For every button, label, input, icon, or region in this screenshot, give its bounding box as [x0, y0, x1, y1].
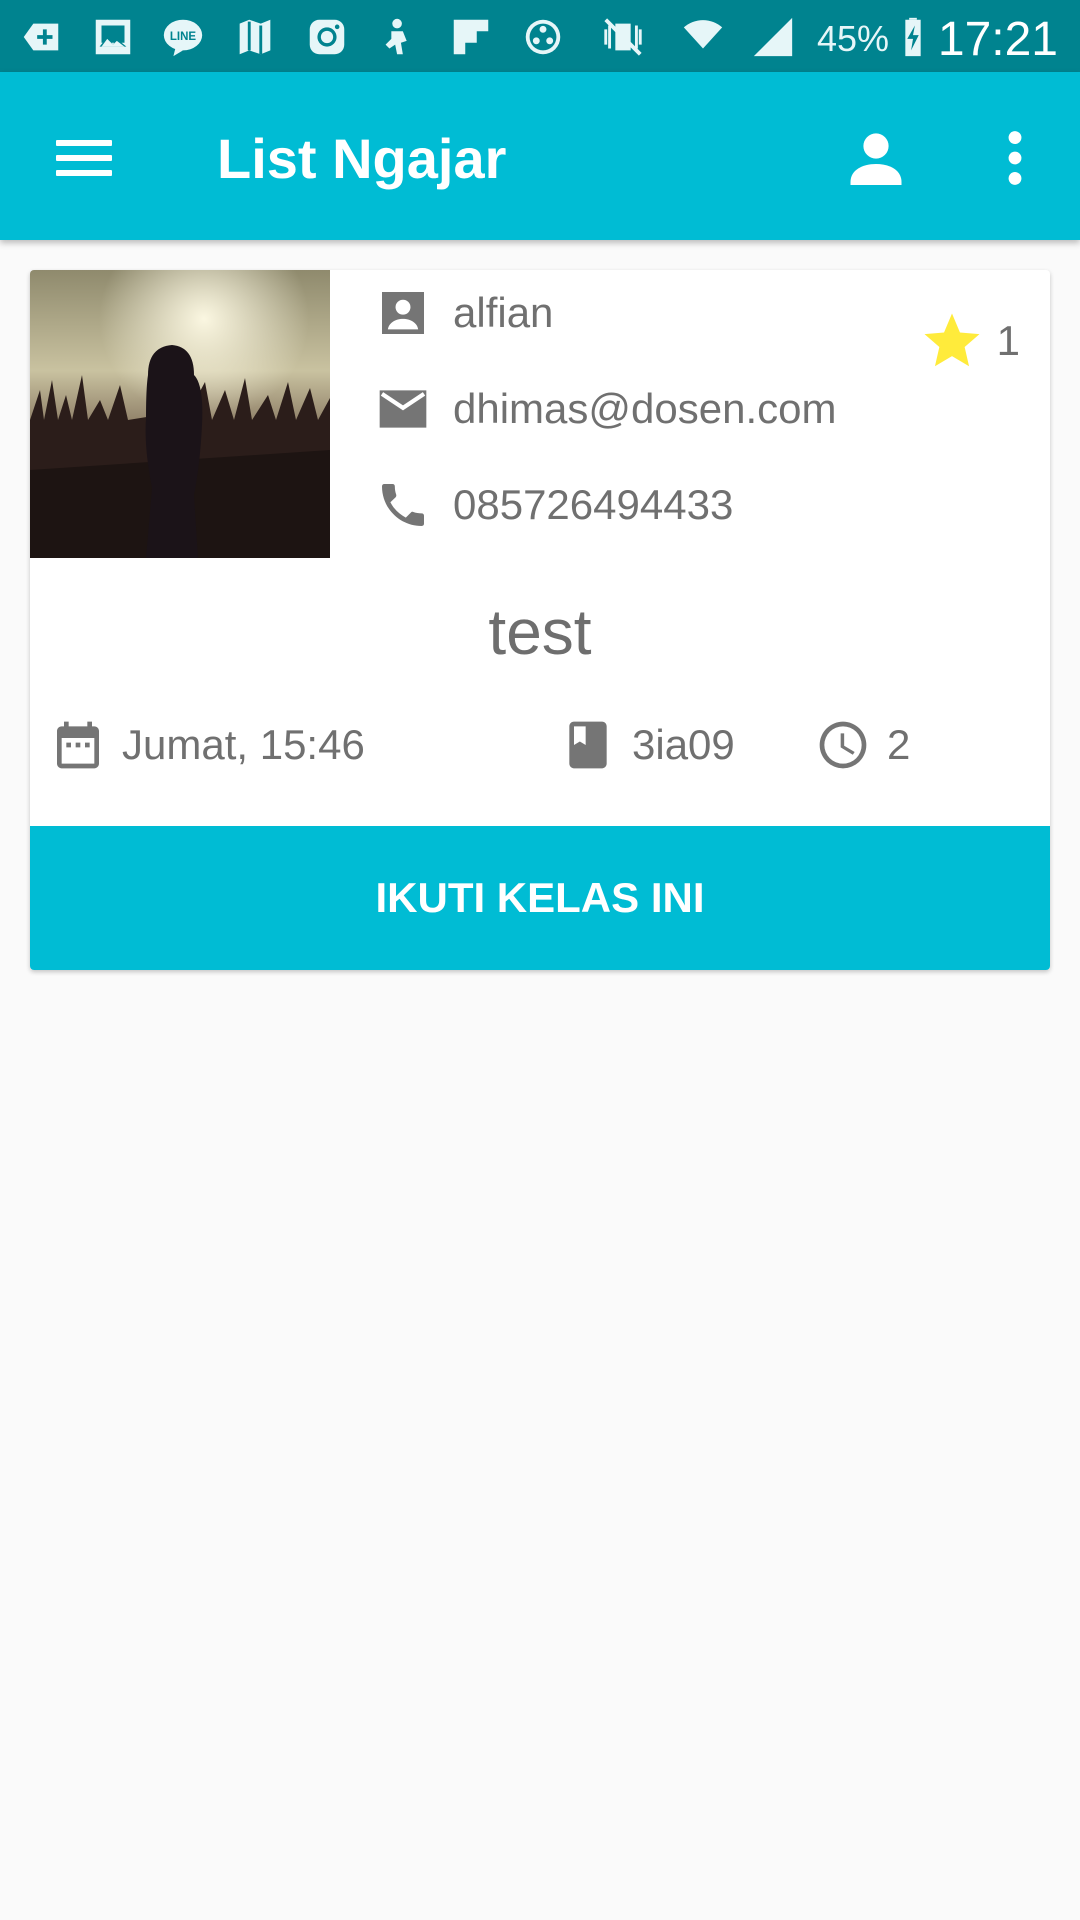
gallery-icon: [90, 14, 136, 60]
battery-charging-icon: [890, 14, 936, 60]
signal-icon: [750, 14, 796, 60]
email-row: dhimas@dosen.com: [375, 374, 836, 444]
wifi-icon: [680, 14, 726, 60]
teacher-photo: [30, 270, 330, 558]
app-bar: List Ngajar: [0, 72, 1080, 240]
teacher-email: dhimas@dosen.com: [453, 385, 837, 432]
account-icon[interactable]: [840, 122, 912, 194]
page-title: List Ngajar: [217, 127, 507, 190]
add-notification-icon: [18, 14, 64, 60]
menu-icon[interactable]: [44, 118, 124, 198]
star-icon: [924, 313, 980, 367]
account-box-icon: [375, 285, 431, 341]
wandoujia-icon: [376, 14, 422, 60]
battery-percent: 45%: [817, 18, 890, 59]
join-class-button[interactable]: IKUTI KELAS INI: [30, 826, 1050, 970]
teacher-name: alfian: [453, 289, 554, 336]
instagram-icon: [304, 14, 350, 60]
teacher-name-row: alfian: [375, 278, 553, 348]
schedule-text: Jumat, 15:46: [122, 721, 365, 768]
duration: 2: [815, 710, 910, 780]
map-icon: [232, 14, 278, 60]
email-icon: [375, 381, 431, 437]
clock: 17:21: [937, 13, 1058, 66]
vibrate-off-icon: [600, 14, 646, 60]
duration-text: 2: [887, 721, 911, 768]
flipboard-icon: [448, 14, 494, 60]
phone-icon: [375, 477, 431, 533]
calendar-icon: [50, 717, 106, 773]
phone-row: 085726494433: [375, 470, 733, 540]
svg-text:LINE: LINE: [170, 31, 197, 43]
class-card: alfian dhimas@dosen.com 085726494433 1 t…: [30, 270, 1050, 970]
class-title: test: [488, 596, 592, 668]
line-app-icon: LINE: [160, 14, 206, 60]
circles-app-icon: [520, 14, 566, 60]
class-code: 3ia09: [560, 710, 735, 780]
clock-icon: [815, 717, 871, 773]
rating: 1: [919, 308, 1020, 374]
rating-value: 1: [996, 317, 1020, 364]
status-bar: LINE 45% 17:21: [0, 0, 1080, 72]
schedule: Jumat, 15:46: [50, 710, 365, 780]
class-code-text: 3ia09: [632, 721, 735, 768]
more-vert-icon[interactable]: [980, 122, 1050, 194]
teacher-phone: 085726494433: [453, 481, 734, 528]
book-icon: [560, 717, 616, 773]
